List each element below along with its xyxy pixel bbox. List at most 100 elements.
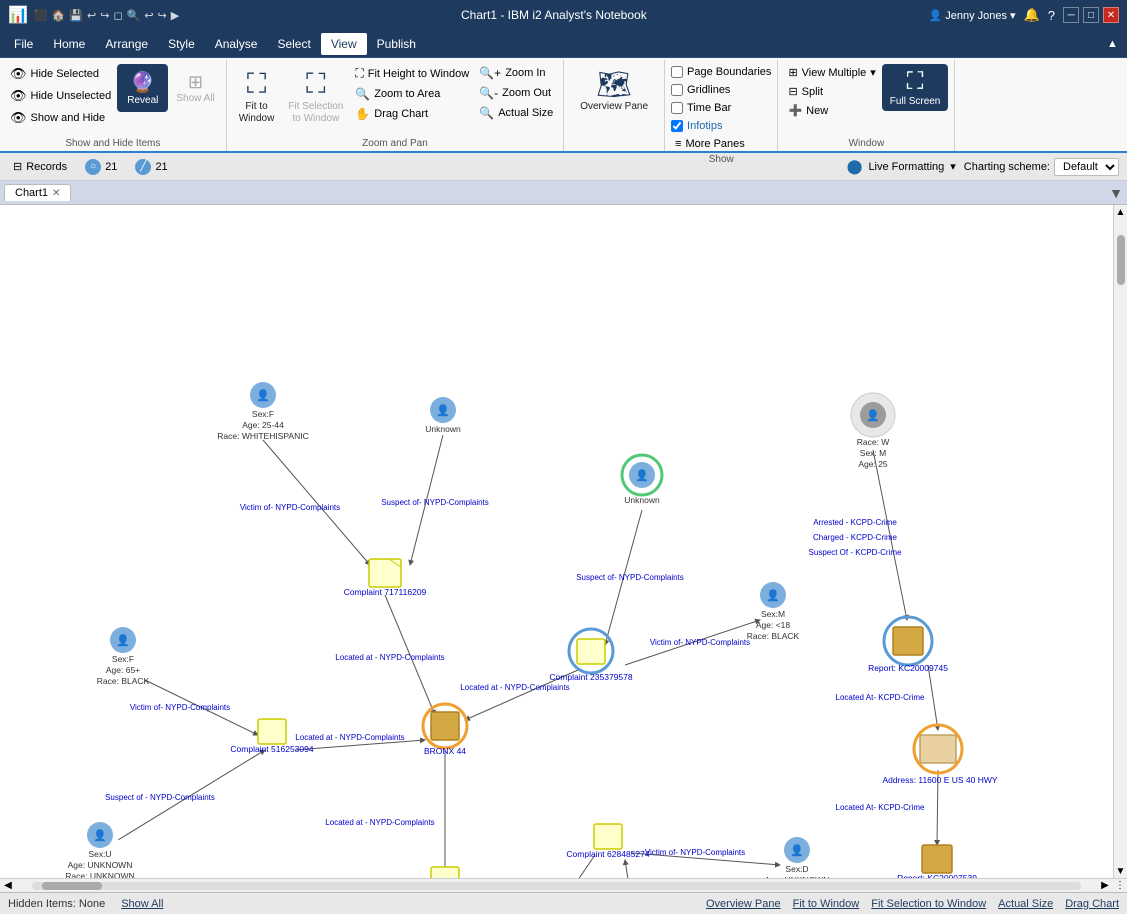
menu-analyse[interactable]: Analyse [205,33,268,55]
fit-window-button[interactable]: ⛶ Fit toWindow [233,64,281,129]
scroll-left-arrow[interactable]: ◀ [0,880,16,891]
status-drag-chart[interactable]: Drag Chart [1065,898,1119,910]
node-doc1[interactable]: Complaint 717116209 [344,559,427,597]
tab-bar-collapse-icon[interactable]: ▼ [1109,185,1123,201]
ribbon-group-show-hide: 👁 Hide Selected 👁 Hide Unselected 👁 Show… [0,60,227,151]
vertical-scrollbar[interactable]: ▲ ▼ [1113,205,1127,878]
overview-pane-button[interactable]: 🗺 Overview Pane [570,64,658,116]
scroll-down-arrow[interactable]: ▼ [1114,864,1127,878]
fit-selection-button[interactable]: ⛶ Fit Selectionto Window [282,64,349,129]
zoom-in-button[interactable]: 🔍+ Zoom In [475,64,557,82]
scroll-v-thumb[interactable] [1117,235,1125,285]
node-p2[interactable]: 👤 Unknown [425,397,461,434]
chart1-tab[interactable]: Chart1 ✕ [4,184,71,201]
user-name[interactable]: 👤 Jenny Jones ▾ [928,9,1015,22]
node-p1[interactable]: 👤 Sex:F Age: 25-44 Race: WHITEHISPANIC [217,382,308,441]
show-all-status-link[interactable]: Show All [121,898,163,910]
scroll-right-arrow[interactable]: ▶ [1097,880,1113,891]
scroll-h-thumb[interactable] [42,882,102,890]
actual-size-button[interactable]: 🔍 Actual Size [475,104,557,122]
node-p4[interactable]: 👤 Sex:M Age: <18 Race: BLACK [747,582,800,641]
horizontal-scrollbar[interactable]: ◀ ▶ ⋮ [0,878,1127,892]
close-button[interactable]: ✕ [1103,7,1119,23]
node-p6[interactable]: 👤 Sex:U Age: UNKNOWN Race: UNKNOWN [65,822,134,878]
tab-close-icon[interactable]: ✕ [52,188,60,199]
reveal-button[interactable]: 🔮 Reveal [117,64,168,112]
split-button[interactable]: ⊟ Split [784,83,879,100]
play-icon[interactable]: ▶ [171,9,179,22]
svg-text:Age: <18: Age: <18 [756,620,791,630]
new-button[interactable]: ➕ New [784,102,879,119]
svg-text:BRONX 44: BRONX 44 [424,746,466,756]
show-all-button[interactable]: ⊞ Show All [171,69,219,107]
live-dot-icon: ⬤ [847,158,863,175]
help-icon[interactable]: ? [1048,8,1055,23]
node-p3[interactable]: 👤 Unknown [622,455,662,505]
minimize-button[interactable]: ─ [1063,7,1079,23]
show-group-label: Show [709,152,734,167]
maximize-button[interactable]: □ [1083,7,1099,23]
tb-icon3[interactable]: ◻ [113,9,122,22]
show-hide-button[interactable]: 👁 Show and Hide [6,108,115,128]
status-fit-selection[interactable]: Fit Selection to Window [871,898,986,910]
gridlines-checkbox[interactable]: Gridlines [671,82,730,98]
view-multiple-button[interactable]: ⊞ View Multiple ▾ [784,64,879,81]
collapse-ribbon-icon[interactable]: ▲ [1107,38,1123,50]
node-addr1[interactable]: Address: 11600 E US 40 HWY [882,725,997,785]
hide-selected-button[interactable]: 👁 Hide Selected [6,64,115,84]
infotips-input[interactable] [671,120,683,132]
gridlines-input[interactable] [671,84,683,96]
node-doc6[interactable]: Complaint 628485274 [566,824,649,859]
zoom-out-button[interactable]: 🔍- Zoom Out [475,84,557,102]
more-panes-button[interactable]: ≡ More Panes [671,136,749,152]
menu-view[interactable]: View [321,33,367,55]
save-icon[interactable]: 💾 [69,9,83,22]
menu-publish[interactable]: Publish [367,33,426,55]
search-icon[interactable]: 🔍 [127,9,141,22]
menu-home[interactable]: Home [43,33,95,55]
svg-text:Located at - NYPD-Complaints: Located at - NYPD-Complaints [325,818,434,827]
node-rep2[interactable]: Report: KC20007539 [897,845,977,878]
time-bar-checkbox[interactable]: Time Bar [671,100,731,116]
scroll-up-arrow[interactable]: ▲ [1114,205,1127,219]
time-bar-input[interactable] [671,102,683,114]
menu-select[interactable]: Select [267,33,320,55]
zoom-area-button[interactable]: 🔍 Zoom to Area [351,85,473,103]
menu-style[interactable]: Style [158,33,205,55]
actual-size-icon: 🔍 [479,106,494,120]
node-doc5[interactable]: Complaint 873280392 [403,867,486,878]
node-p7[interactable]: 👤 Race: W Sex: M Age: 25 [851,393,895,469]
records-button[interactable]: ⊟ Records [8,158,72,175]
status-overview-pane[interactable]: Overview Pane [706,898,781,910]
menu-file[interactable]: File [4,33,43,55]
live-dropdown-icon[interactable]: ▾ [950,160,956,173]
charting-scheme-select[interactable]: Default [1054,158,1119,176]
quick-access-icon[interactable]: ⬛ [34,9,48,22]
fit-window-icon: ⛶ [247,68,267,101]
scroll-h-track[interactable] [32,882,1081,890]
node-doc4[interactable]: BRONX 44 [423,704,467,756]
node-p5[interactable]: 👤 Sex:F Age: 65+ Race: BLACK [97,627,150,686]
fit-height-button[interactable]: ⛶ Fit Height to Window [351,64,473,83]
node-p11[interactable]: 👤 Sex:D Age: UNKNOWN Race: UNKNOWN [762,837,831,878]
page-boundaries-input[interactable] [671,66,683,78]
tb-redo2-icon[interactable]: ↪ [158,9,167,22]
drag-chart-button[interactable]: ✋ Drag Chart [351,105,473,123]
home-icon[interactable]: 🏠 [52,9,66,22]
menu-arrange[interactable]: Arrange [95,33,158,55]
infotips-checkbox[interactable]: Infotips [671,118,722,134]
svg-text:Complaint 516253094: Complaint 516253094 [230,744,313,754]
page-boundaries-checkbox[interactable]: Page Boundaries [671,64,771,80]
redo-icon[interactable]: ↪ [100,9,109,22]
svg-text:Complaint 628485274: Complaint 628485274 [566,849,649,859]
chart-svg: Victim of- NYPD-Complaints Suspect of- N… [0,205,1100,878]
tb-undo2-icon[interactable]: ↩ [144,9,153,22]
hide-unselected-button[interactable]: 👁 Hide Unselected [6,86,115,106]
status-fit-window[interactable]: Fit to Window [793,898,860,910]
undo-icon[interactable]: ↩ [87,9,96,22]
status-actual-size[interactable]: Actual Size [998,898,1053,910]
node-rep1[interactable]: Report: KC20009745 [868,617,948,673]
full-screen-button[interactable]: ⛶ Full Screen [882,64,949,111]
notifications-icon[interactable]: 🔔 [1024,7,1040,23]
node-doc2[interactable]: Complaint 235379578 [549,629,632,682]
